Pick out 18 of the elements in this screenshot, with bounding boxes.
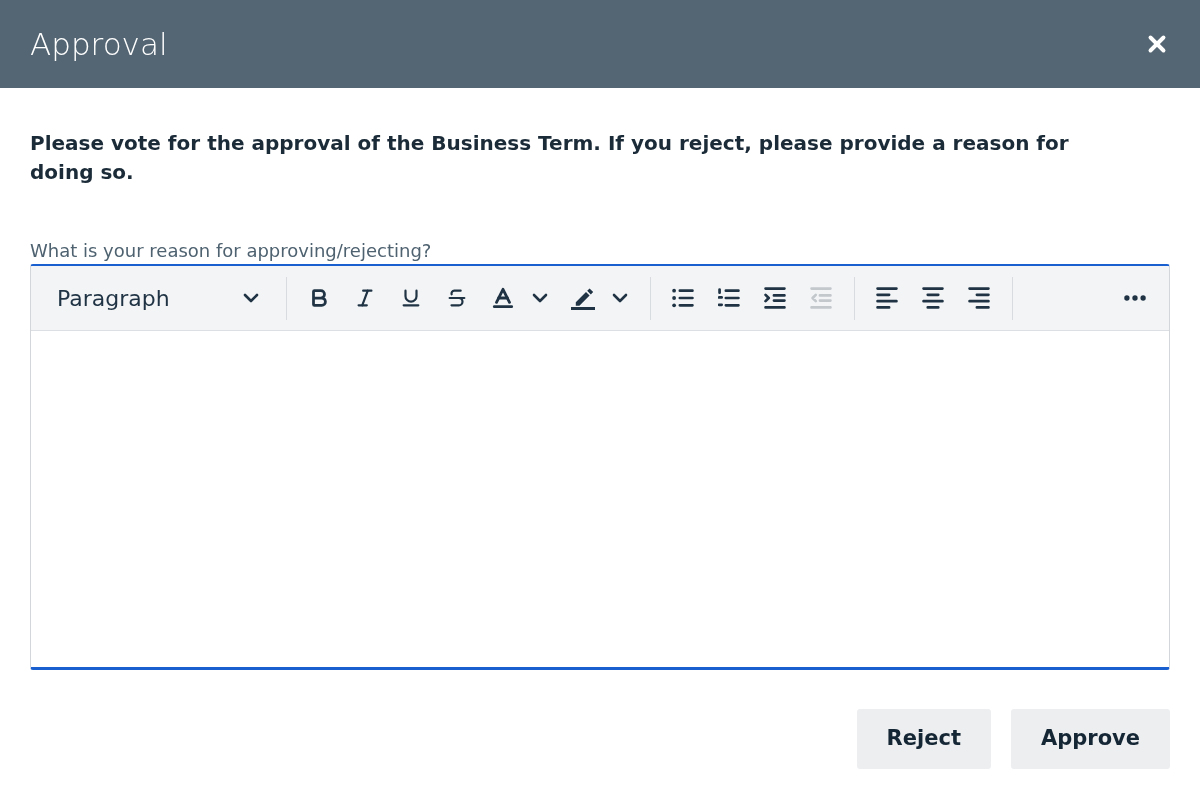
more-icon: [1124, 295, 1146, 301]
dialog-title: Approval: [30, 24, 168, 64]
indent-icon: [764, 287, 786, 309]
align-left-icon: [876, 287, 898, 309]
highlighter-icon: [570, 286, 596, 310]
numbered-list-icon: [718, 287, 740, 309]
strikethrough-icon: [446, 287, 468, 309]
align-right-icon: [968, 287, 990, 309]
text-color-icon: [490, 285, 516, 311]
bullet-list-icon: [672, 287, 694, 309]
field-label: What is your reason for approving/rejecting?: [30, 239, 433, 263]
dialog-button[interactable]: Reject: [856, 709, 991, 769]
block-format-dropdown[interactable]: Paragraph: [45, 278, 273, 318]
underline-icon: [400, 287, 422, 309]
instruction-text: Please vote for the approval of the Business Term. If you reject, please provide a reason for doing so.: [30, 130, 1070, 186]
dialog-button[interactable]: Approve: [1010, 709, 1170, 769]
align-center-icon: [922, 287, 944, 309]
outdent-icon: [810, 287, 832, 309]
